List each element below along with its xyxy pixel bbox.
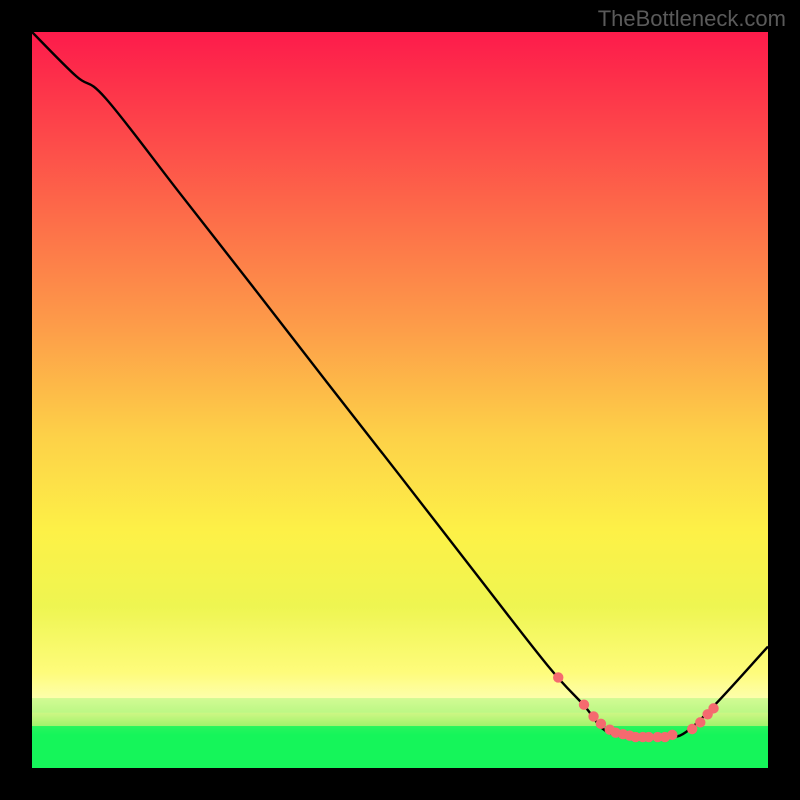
marker-point (667, 730, 677, 740)
marker-point (687, 724, 697, 734)
chart-svg (32, 32, 768, 768)
chart-container: TheBottleneck.com (0, 0, 800, 800)
plot-area (32, 32, 768, 768)
marker-point (708, 703, 718, 713)
marker-point (588, 711, 598, 721)
marker-point (553, 672, 563, 682)
marker-point (596, 719, 606, 729)
gradient-backdrop (32, 32, 768, 768)
marker-point (695, 717, 705, 727)
attribution-label: TheBottleneck.com (598, 6, 786, 32)
marker-point (579, 700, 589, 710)
